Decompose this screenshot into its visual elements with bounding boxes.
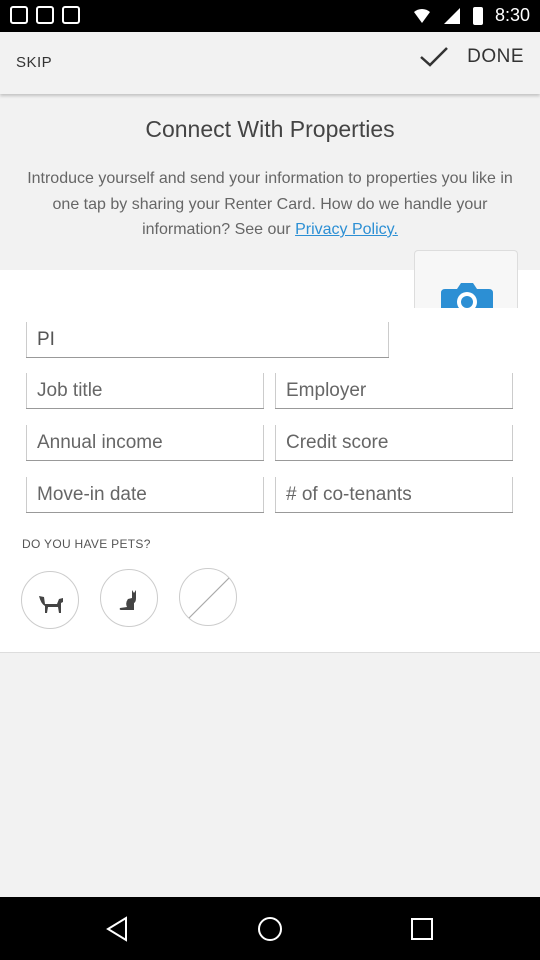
camera-icon <box>441 283 493 308</box>
annual-income-field[interactable] <box>26 425 264 461</box>
status-bar: 8:30 <box>0 0 540 32</box>
cat-button[interactable] <box>100 569 158 627</box>
name-input[interactable] <box>26 322 389 357</box>
employer-field[interactable] <box>275 373 513 409</box>
job-title-field[interactable] <box>26 373 264 409</box>
co-tenants-input[interactable] <box>275 477 513 512</box>
dog-button[interactable] <box>21 571 79 629</box>
notification-icon <box>62 6 80 24</box>
credit-score-input[interactable] <box>275 425 513 460</box>
skip-button[interactable]: SKIP <box>16 54 52 71</box>
checkmark-icon <box>420 47 448 67</box>
move-in-date-input[interactable] <box>26 477 264 512</box>
battery-icon <box>472 6 483 25</box>
dog-icon <box>39 596 63 613</box>
notification-icon <box>36 6 54 24</box>
co-tenants-field[interactable] <box>275 477 513 513</box>
pets-question-label: DO YOU HAVE PETS? <box>22 537 151 551</box>
credit-score-field[interactable] <box>275 425 513 461</box>
privacy-policy-link[interactable]: Privacy Policy. <box>295 221 398 238</box>
signal-icon <box>443 7 460 24</box>
intro-body: Introduce yourself and send your informa… <box>27 170 513 238</box>
move-in-date-field[interactable] <box>26 477 264 513</box>
employer-input[interactable] <box>275 373 513 408</box>
intro-text: Introduce yourself and send your informa… <box>26 166 514 243</box>
cat-icon <box>119 590 136 610</box>
navigation-bar <box>0 897 540 960</box>
done-label: DONE <box>467 46 524 67</box>
no-pets-button[interactable] <box>179 568 237 626</box>
camera-button[interactable] <box>414 250 518 308</box>
app-bar: SKIP DONE <box>0 32 540 94</box>
back-icon[interactable] <box>104 915 132 943</box>
job-title-input[interactable] <box>26 373 264 408</box>
intro-section: Connect With Properties Introduce yourse… <box>0 94 540 271</box>
status-time: 8:30 <box>494 5 530 25</box>
recent-apps-icon[interactable] <box>408 915 436 943</box>
done-button[interactable]: DONE <box>419 46 524 68</box>
page-title: Connect With Properties <box>145 116 395 142</box>
home-icon[interactable] <box>256 915 284 943</box>
renter-card-form: DO YOU HAVE PETS? <box>0 270 540 653</box>
annual-income-input[interactable] <box>26 425 264 460</box>
no-pets-icon <box>188 577 230 619</box>
notification-icon <box>10 6 28 24</box>
name-field[interactable] <box>26 322 389 358</box>
wifi-icon <box>413 8 430 23</box>
